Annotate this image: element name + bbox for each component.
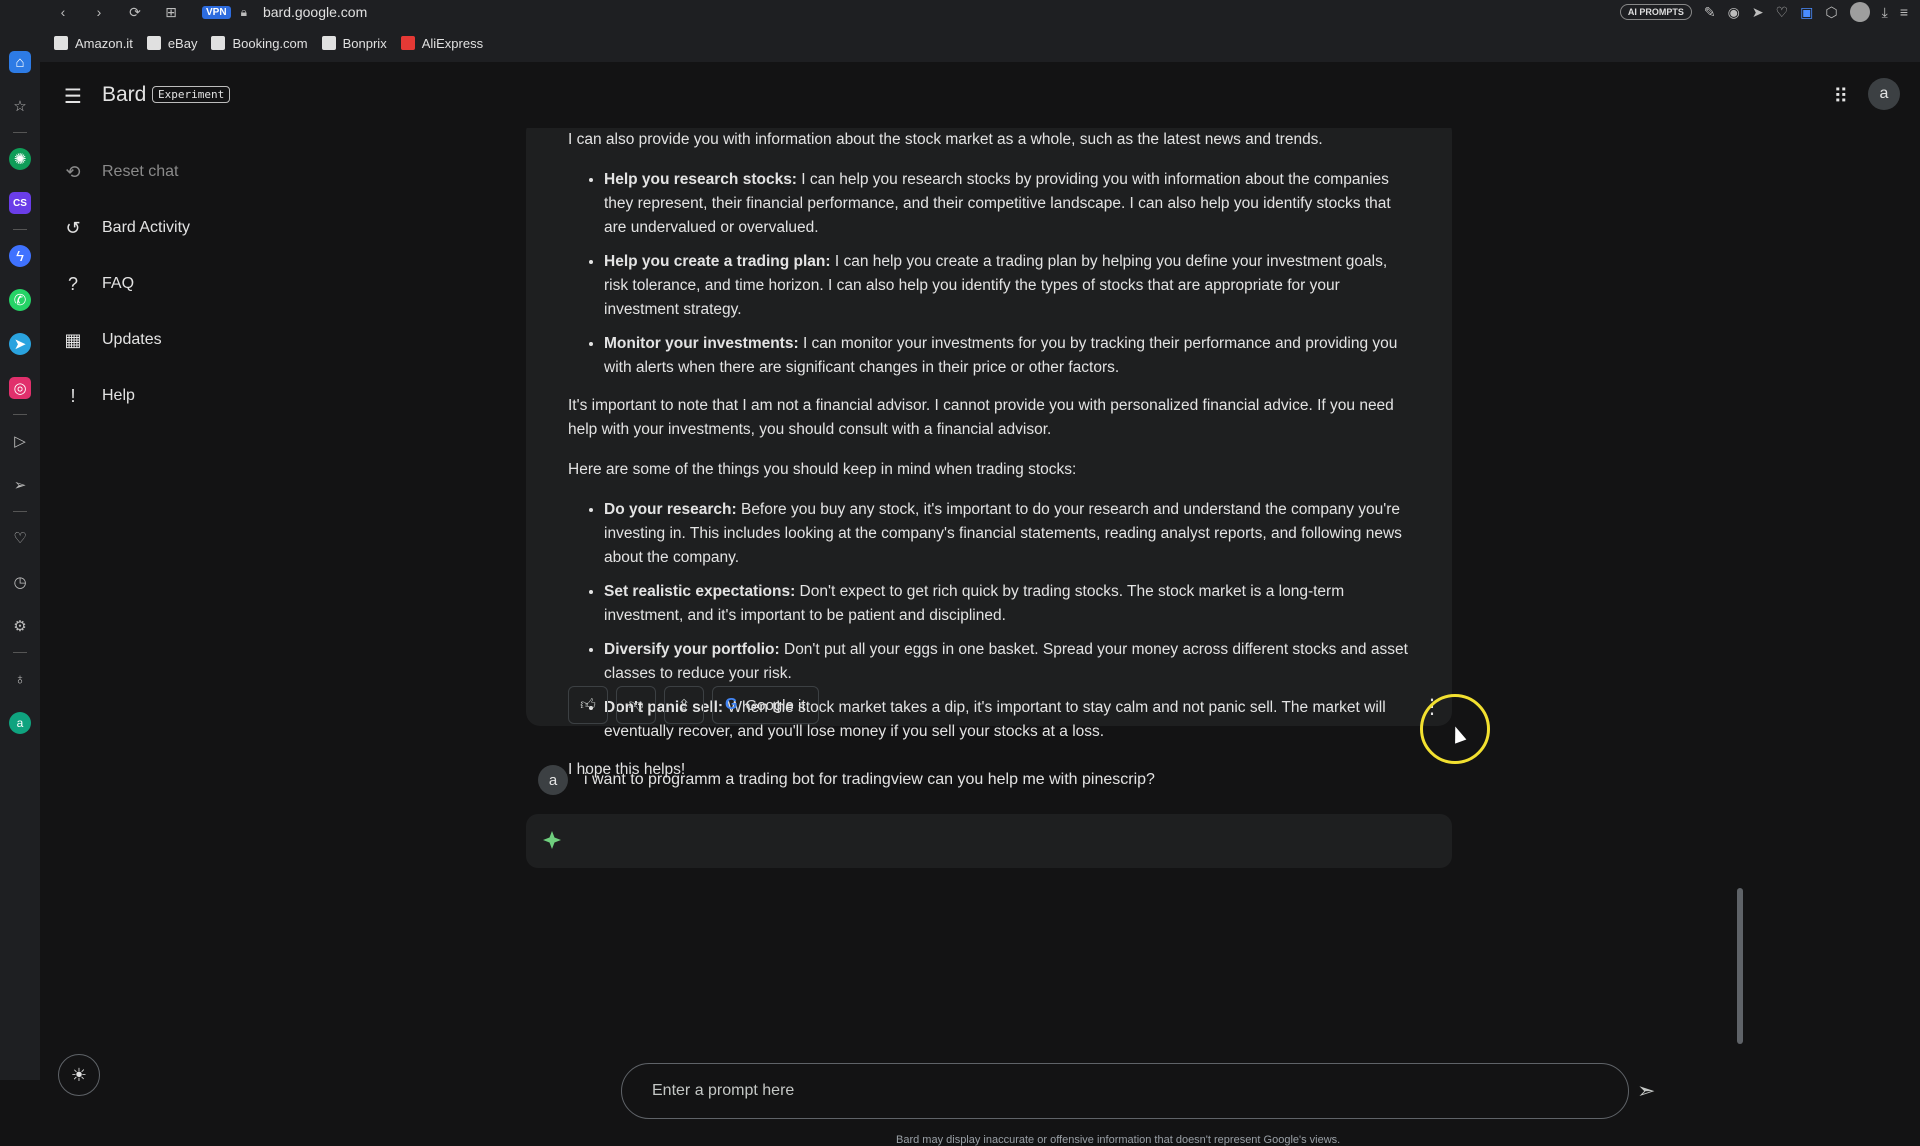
bard-app: ☰ Bard Experiment ⠿ a ⟲ Reset chat ↺ Bar… <box>40 62 1920 1146</box>
sidebar-item-help[interactable]: ! Help <box>62 368 382 424</box>
send-icon[interactable]: ➤ <box>1752 4 1764 21</box>
experiment-badge: Experiment <box>152 86 231 103</box>
bookmark-booking[interactable]: Booking.com <box>211 36 308 51</box>
whatsapp-icon[interactable]: ✆ <box>9 289 31 311</box>
google-it-button[interactable]: G Google it <box>712 686 819 724</box>
sidebar-item-faq[interactable]: ? FAQ <box>62 256 382 312</box>
sidebar-item-updates[interactable]: ▦ Updates <box>62 312 382 368</box>
bookmark-amazon[interactable]: Amazon.it <box>54 36 133 51</box>
cs-icon[interactable]: CS <box>9 192 31 214</box>
heart-icon[interactable]: ♡ <box>9 527 31 549</box>
response-actions: 👍︎ 👎︎ ⇪ G Google it <box>568 686 819 724</box>
messenger-icon[interactable]: ϟ <box>9 245 31 267</box>
lock-icon[interactable]: 🔒︎ <box>241 5 247 20</box>
heart-icon[interactable]: ♡ <box>1776 4 1789 21</box>
sidebar-item-bard-activity[interactable]: ↺ Bard Activity <box>62 200 382 256</box>
tabs-grid-icon[interactable]: ⊞ <box>160 4 182 21</box>
camera-icon[interactable]: ◉ <box>1728 4 1740 21</box>
account-avatar[interactable]: a <box>1868 78 1900 110</box>
nav-buttons: ‹ › ⟳ ⊞ <box>52 4 182 21</box>
apps-grid-icon[interactable]: ⠿ <box>1833 84 1848 109</box>
player-icon[interactable]: ▷ <box>9 430 31 452</box>
share-icon[interactable]: ⇪ <box>664 686 704 724</box>
feedback-icon: ! <box>70 385 76 406</box>
forward-icon[interactable]: › <box>88 4 110 20</box>
response-paragraph: It's important to note that I am not a f… <box>568 397 1394 438</box>
reset-icon: ⟲ <box>65 161 81 182</box>
star-icon[interactable]: ☆ <box>9 95 31 117</box>
response-paragraph: Here are some of the things you should k… <box>568 461 1077 478</box>
loading-response <box>526 814 1452 868</box>
sidebar: ⟲ Reset chat ↺ Bard Activity ? FAQ ▦ Upd… <box>62 144 382 424</box>
profile-avatar[interactable] <box>1849 2 1870 22</box>
download-icon[interactable]: ⤓ <box>1882 4 1888 21</box>
chatgpt-icon[interactable]: ✺ <box>9 148 31 170</box>
cube-icon[interactable]: ⬡ <box>1825 4 1837 21</box>
address-bar[interactable]: bard.google.com <box>263 4 367 20</box>
vpn-badge[interactable]: VPN <box>202 5 231 19</box>
bookmark-ebay[interactable]: eBay <box>146 36 197 51</box>
browser-toolbar: ‹ › ⟳ ⊞ VPN 🔒︎ bard.google.com AI PROMPT… <box>0 0 1920 24</box>
sidebar-item-reset-chat[interactable]: ⟲ Reset chat <box>62 144 382 200</box>
list-item: Help you research stocks: I can help you… <box>604 168 1410 240</box>
translate-icon[interactable]: ▣ <box>1800 4 1813 21</box>
home-icon[interactable]: ⌂ <box>9 51 31 73</box>
user-message: a i want to programm a trading bot for t… <box>526 754 1452 806</box>
page-icon <box>211 36 226 50</box>
separator <box>13 132 27 133</box>
response-intro: I can also provide you with information … <box>568 131 1323 148</box>
page-icon <box>321 36 336 50</box>
bookmark-aliexpress[interactable]: AliExpress <box>400 36 483 51</box>
settings-icon[interactable]: ⚙ <box>9 615 31 637</box>
menu-icon[interactable]: ≡ <box>1900 4 1908 20</box>
list-item: Monitor your investments: I can monitor … <box>604 332 1410 380</box>
bookmarks-bar: Amazon.it eBay Booking.com Bonprix AliEx… <box>40 24 1920 62</box>
user-message-text: i want to programm a trading bot for tra… <box>584 771 1155 788</box>
hamburger-menu-icon[interactable]: ☰ <box>64 84 84 109</box>
bulb-icon[interactable]: ♁ <box>9 668 31 690</box>
browser-extensions: AI PROMPTS ✎ ◉ ➤ ♡ ▣ ⬡ ⤓ ≡ <box>1619 2 1908 22</box>
bookmark-bonprix[interactable]: Bonprix <box>321 36 387 51</box>
separator <box>13 229 27 230</box>
browser-sidebar: ⌂ ☆ ✺ CS ϟ ✆ ➤ ◎ ▷ ➢ ♡ ◷ ⚙ ♁ a <box>0 24 40 1080</box>
separator <box>13 652 27 653</box>
edit-icon[interactable]: ✎ <box>1704 4 1716 21</box>
telegram-icon[interactable]: ➤ <box>9 333 31 355</box>
list-item: Help you create a trading plan: I can he… <box>604 250 1410 322</box>
help-circle-icon: ? <box>67 273 78 294</box>
aliexpress-icon <box>400 36 415 50</box>
list-item: Do your research: Before you buy any sto… <box>604 498 1410 570</box>
list-item: Diversify your portfolio: Don't put all … <box>604 638 1410 686</box>
google-icon: G <box>725 696 738 713</box>
response-list-1: Help you research stocks: I can help you… <box>568 168 1410 380</box>
clock-icon[interactable]: ◷ <box>9 571 31 593</box>
brand-title: Bard <box>102 83 147 106</box>
theme-toggle-icon[interactable]: ☀ <box>58 1054 100 1096</box>
page-icon <box>146 36 161 50</box>
list-item: Set realistic expectations: Don't expect… <box>604 580 1410 628</box>
app-icon[interactable]: a <box>9 712 31 734</box>
bard-spark-icon <box>543 831 561 849</box>
back-icon[interactable]: ‹ <box>52 4 74 20</box>
send-icon[interactable]: ➣ <box>1637 1078 1655 1104</box>
send-icon[interactable]: ➢ <box>9 474 31 496</box>
separator <box>13 414 27 415</box>
separator <box>13 511 27 512</box>
chat-area: I can also provide you with information … <box>510 128 1476 902</box>
instagram-icon[interactable]: ◎ <box>9 377 31 399</box>
chat-scrollbar[interactable] <box>1737 888 1743 1044</box>
prompt-input[interactable] <box>652 1082 1552 1100</box>
amazon-icon <box>54 36 68 50</box>
user-avatar: a <box>538 765 568 795</box>
thumbs-down-icon[interactable]: 👎︎ <box>616 686 656 724</box>
ai-prompts-button[interactable]: AI PROMPTS <box>1619 4 1692 20</box>
history-icon: ↺ <box>65 217 81 238</box>
disclaimer-text: Bard may display inaccurate or offensive… <box>896 1134 1341 1146</box>
prompt-field[interactable] <box>621 1063 1629 1119</box>
calendar-icon: ▦ <box>64 329 82 350</box>
thumbs-up-icon[interactable]: 👍︎ <box>568 686 608 724</box>
reload-icon[interactable]: ⟳ <box>124 4 146 21</box>
